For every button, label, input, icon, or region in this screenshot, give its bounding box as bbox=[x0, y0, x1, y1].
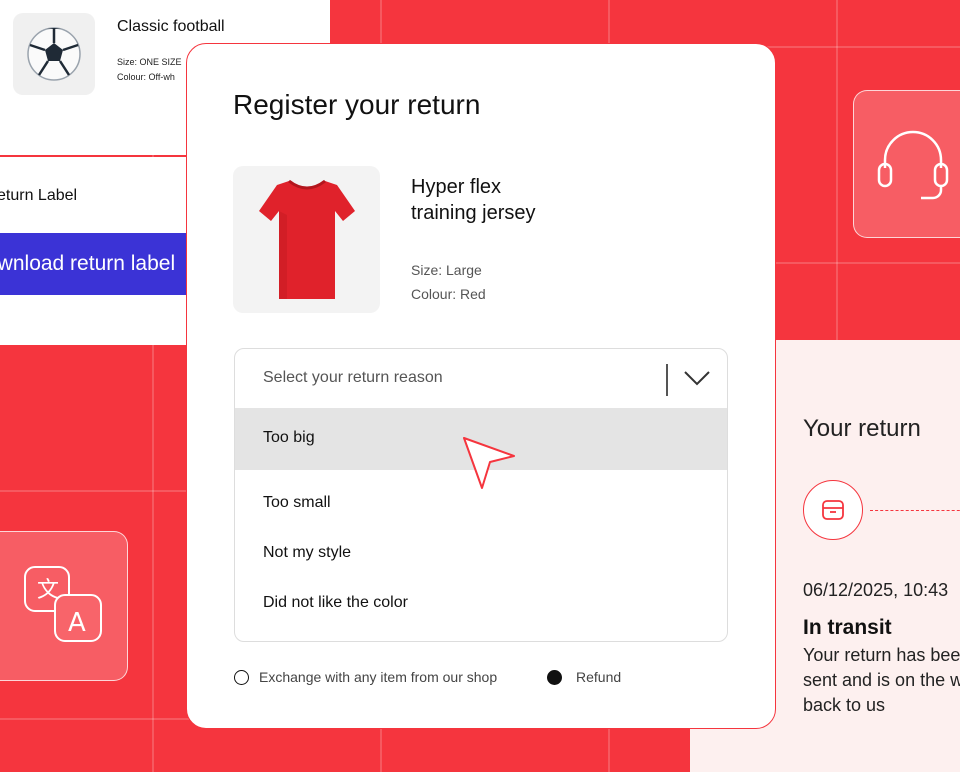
football-icon bbox=[27, 27, 81, 81]
cursor-icon bbox=[463, 437, 515, 489]
tracking-heading: Your return bbox=[803, 415, 921, 442]
tracking-status: In transit bbox=[803, 616, 892, 639]
dropdown-header[interactable]: Select your return reason bbox=[235, 349, 727, 409]
dropdown-divider bbox=[666, 364, 668, 396]
reason-option-label: Did not like the color bbox=[263, 594, 408, 611]
item-colour: Colour: Off-wh bbox=[117, 72, 175, 82]
register-return-modal: Register your return Hyper flex training… bbox=[186, 43, 776, 729]
reason-option[interactable]: Did not like the color bbox=[235, 575, 727, 637]
chevron-down-icon[interactable] bbox=[683, 367, 711, 389]
jersey-icon bbox=[258, 179, 355, 299]
product-size: Size: Large bbox=[411, 262, 482, 278]
download-button-label: ownload return label bbox=[0, 252, 176, 275]
tracking-description: Your return has been sent and is on the … bbox=[803, 645, 960, 715]
svg-text:文: 文 bbox=[37, 578, 59, 603]
item-size: Size: ONE SIZE bbox=[117, 57, 182, 67]
exchange-label: Exchange with any item from our shop bbox=[259, 669, 498, 685]
package-icon bbox=[822, 500, 844, 520]
jersey-image bbox=[233, 166, 380, 313]
language-tile[interactable]: 文 A bbox=[0, 531, 128, 681]
tracking-date: 06/12/2025, 10:43 bbox=[803, 580, 949, 600]
dropdown-placeholder: Select your return reason bbox=[263, 369, 443, 386]
reason-option-label: Too big bbox=[263, 429, 315, 446]
reason-option-label: Too small bbox=[263, 494, 331, 511]
reason-option-label: Not my style bbox=[263, 544, 352, 561]
headset-icon bbox=[877, 130, 949, 200]
product-name-line2: training jersey bbox=[411, 202, 536, 224]
tracking-progress-line bbox=[870, 510, 960, 511]
refund-label: Refund bbox=[576, 669, 622, 685]
support-tile[interactable] bbox=[853, 90, 960, 238]
translate-icon: 文 A bbox=[24, 566, 102, 642]
product-name-line1: Hyper flex bbox=[411, 176, 502, 198]
product-name: Hyper flex training jersey bbox=[411, 174, 611, 226]
exchange-radio[interactable] bbox=[234, 669, 249, 685]
return-reason-dropdown[interactable]: Select your return reason Too big Too sm… bbox=[234, 348, 728, 642]
return-label-heading: eturn Label bbox=[0, 187, 78, 204]
modal-title: Register your return bbox=[233, 89, 481, 120]
exchange-radio-option[interactable]: Exchange with any item from our shop bbox=[234, 669, 497, 685]
product-colour: Colour: Red bbox=[411, 286, 486, 302]
football-image bbox=[13, 13, 95, 95]
package-status-node bbox=[803, 480, 863, 540]
refund-radio[interactable] bbox=[547, 669, 562, 685]
item-name: Classic football bbox=[117, 18, 225, 35]
svg-text:A: A bbox=[68, 608, 86, 638]
refund-radio-option[interactable]: Refund bbox=[547, 669, 621, 685]
